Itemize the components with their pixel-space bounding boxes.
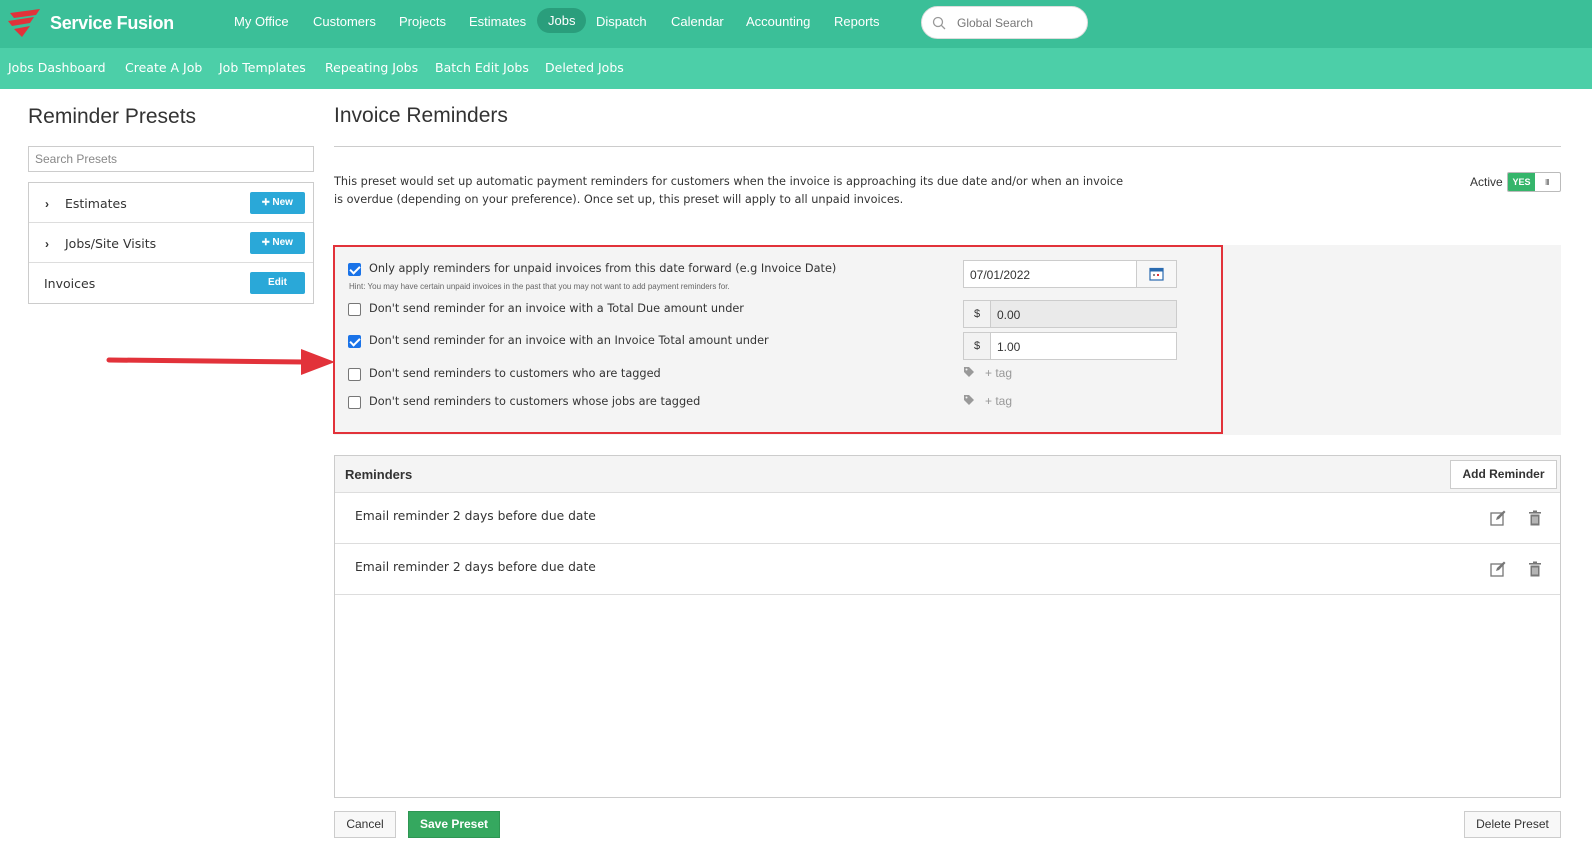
edit-invoice-preset-button[interactable]: Edit [250,272,305,294]
add-reminder-button[interactable]: Add Reminder [1450,460,1557,489]
search-placeholder: Global Search [957,16,1034,30]
global-search-input[interactable]: Global Search [921,6,1088,39]
preset-item-invoices[interactable]: Invoices Edit [29,263,313,303]
preset-list: › Estimates ➕︎ New › Jobs/Site Visits ➕︎… [28,182,314,304]
nav-calendar[interactable]: Calendar [671,14,724,29]
plus-icon: ➕︎ [262,237,270,248]
nav-dispatch[interactable]: Dispatch [596,14,647,29]
total-due-amount-input[interactable]: $ 0.00 [963,300,1177,328]
cancel-button[interactable]: Cancel [334,811,396,838]
button-label: New [272,237,293,248]
reminder-text: Email reminder 2 days before due date [355,509,596,523]
edit-icon[interactable] [1490,561,1506,577]
top-navbar: Service Fusion My Office Customers Proje… [0,0,1592,48]
chevron-right-icon[interactable]: › [45,197,49,211]
subnav-job-templates[interactable]: Job Templates [219,60,306,75]
preset-item-jobs-site-visits[interactable]: › Jobs/Site Visits ➕︎ New [29,223,313,263]
tag-icon [964,395,974,405]
preset-label: Invoices [44,276,96,291]
button-label: New [272,197,293,208]
subnav-deleted-jobs[interactable]: Deleted Jobs [545,60,624,75]
chevron-right-icon[interactable]: › [45,237,49,251]
customer-tag-checkbox[interactable] [348,368,361,381]
new-job-preset-button[interactable]: ➕︎ New [250,232,305,254]
reminders-title: Reminders [345,467,413,482]
nav-customers[interactable]: Customers [313,14,376,29]
preset-label: Jobs/Site Visits [65,236,157,251]
customer-tag-label: Don't send reminders to customers who ar… [369,367,661,380]
nav-estimates[interactable]: Estimates [469,14,526,29]
currency-symbol: $ [964,333,991,359]
save-preset-button[interactable]: Save Preset [408,811,500,838]
active-label: Active [1470,175,1503,189]
search-icon [932,16,946,30]
service-fusion-logo-icon [8,9,40,37]
delete-preset-button[interactable]: Delete Preset [1464,811,1561,838]
subnav-repeating-jobs[interactable]: Repeating Jobs [325,60,418,75]
reminder-text: Email reminder 2 days before due date [355,560,596,574]
edit-icon[interactable] [1490,510,1506,526]
invoice-total-amount-input[interactable]: $ 1.00 [963,332,1177,360]
subnav-batch-edit-jobs[interactable]: Batch Edit Jobs [435,60,529,75]
total-due-value: 0.00 [997,308,1021,322]
jobs-subnav: Jobs Dashboard Create A Job Job Template… [0,48,1592,89]
plus-icon: ➕︎ [262,197,270,208]
toggle-grip-icon: III [1545,178,1550,187]
tag-placeholder: + tag [985,394,1013,408]
date-forward-checkbox[interactable] [348,263,361,276]
nav-accounting[interactable]: Accounting [746,14,810,29]
nav-jobs[interactable]: Jobs [537,8,587,33]
active-toggle[interactable]: YES III [1507,172,1561,192]
tag-icon [964,367,974,377]
customer-tag-input[interactable]: + tag [963,366,1012,380]
tag-placeholder: + tag [985,366,1013,380]
currency-symbol: $ [964,301,991,327]
logo[interactable]: Service Fusion [6,6,174,40]
reminder-presets-title: Reminder Presets [28,105,197,128]
reminders-header: Reminders Add Reminder [335,456,1560,493]
annotation-arrow [106,349,335,375]
nav-my-office[interactable]: My Office [234,14,289,29]
job-tag-input[interactable]: + tag [963,394,1012,408]
reminders-panel: Reminders Add Reminder Email reminder 2 … [334,455,1561,798]
invoice-total-checkbox[interactable] [348,335,361,348]
invoice-total-label: Don't send reminder for an invoice with … [369,334,769,347]
preset-item-estimates[interactable]: › Estimates ➕︎ New [29,183,313,223]
total-due-checkbox[interactable] [348,303,361,316]
nav-projects[interactable]: Projects [399,14,446,29]
toggle-yes: YES [1508,173,1535,191]
date-value: 07/01/2022 [970,268,1031,282]
calendar-icon [1149,267,1164,281]
page-title: Invoice Reminders [334,104,508,127]
search-presets-input[interactable]: Search Presets [28,146,314,172]
preset-label: Estimates [65,196,127,211]
date-forward-hint: Hint: You may have certain unpaid invoic… [349,282,730,291]
nav-reports[interactable]: Reports [834,14,880,29]
calendar-button[interactable] [1136,261,1176,287]
job-tag-label: Don't send reminders to customers whose … [369,395,701,408]
preset-description: This preset would set up automatic payme… [334,175,1124,206]
invoice-date-input[interactable]: 07/01/2022 [963,260,1177,288]
brand-name: Service Fusion [50,12,174,33]
trash-icon[interactable] [1528,510,1542,526]
subnav-jobs-dashboard[interactable]: Jobs Dashboard [8,60,106,75]
subnav-create-a-job[interactable]: Create A Job [125,60,202,75]
divider [334,146,1561,147]
trash-icon[interactable] [1528,561,1542,577]
reminder-row: Email reminder 2 days before due date [335,544,1560,595]
job-tag-checkbox[interactable] [348,396,361,409]
new-estimate-preset-button[interactable]: ➕︎ New [250,192,305,214]
total-due-label: Don't send reminder for an invoice with … [369,302,744,315]
reminder-row: Email reminder 2 days before due date [335,493,1560,544]
invoice-total-value: 1.00 [997,340,1021,354]
date-forward-label: Only apply reminders for unpaid invoices… [369,262,837,275]
